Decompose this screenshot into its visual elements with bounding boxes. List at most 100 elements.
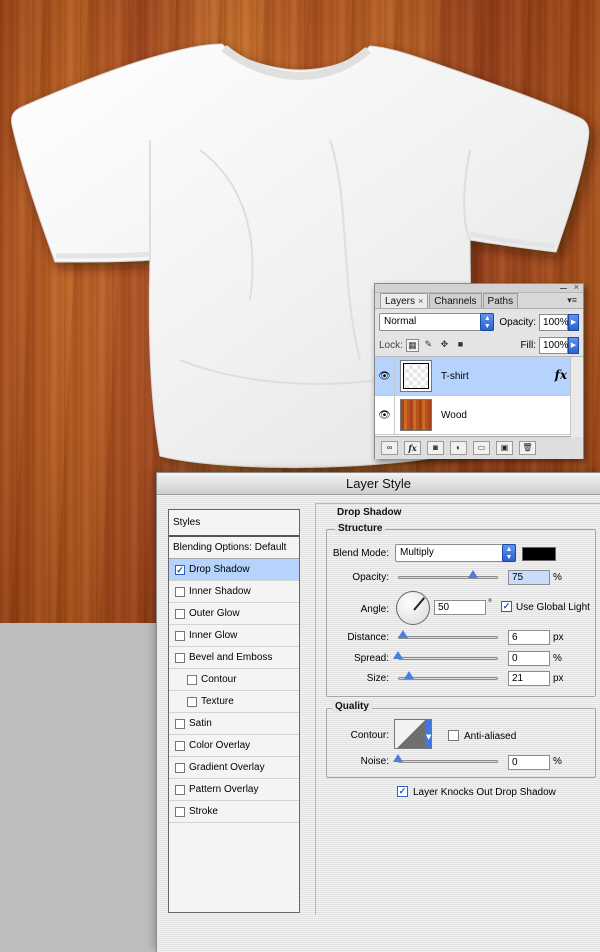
layer-row-wood[interactable]: 👁 Wood	[375, 395, 583, 435]
style-checkbox[interactable]	[175, 784, 185, 795]
use-global-light-checkbox[interactable]: ✓	[501, 601, 512, 612]
spread-slider-track[interactable]	[398, 657, 498, 660]
px-unit: px	[553, 632, 564, 643]
visibility-eye-icon[interactable]: 👁	[375, 356, 395, 396]
style-item-label: Gradient Overlay	[189, 762, 265, 773]
style-checkbox[interactable]: ✓	[175, 564, 185, 575]
opacity-slider-arrow-icon[interactable]: ▶	[568, 313, 579, 331]
layer-name: Wood	[441, 409, 467, 421]
layer-style-dialog[interactable]: Layer Style Styles Blending Options: Def…	[156, 472, 600, 952]
style-item-satin[interactable]: Satin	[169, 713, 299, 735]
knocks-out-checkbox[interactable]: ✓	[397, 786, 408, 797]
contour-picker[interactable]: ▼	[394, 719, 432, 749]
visibility-eye-icon[interactable]: 👁	[375, 395, 395, 435]
tab-layers[interactable]: Layers ×	[380, 293, 429, 308]
lock-transparency-icon[interactable]: ▦	[405, 339, 419, 352]
angle-dial[interactable]	[396, 591, 430, 625]
opacity-label: Opacity:	[499, 316, 537, 328]
style-checkbox[interactable]	[175, 652, 185, 663]
style-item-label: Inner Shadow	[189, 586, 251, 597]
folder-icon[interactable]: ▭	[473, 441, 490, 455]
layer-blend-mode-select[interactable]: Normal ▲ ▼	[379, 313, 495, 331]
layer-row-tshirt[interactable]: 👁 T-shirt fx ▼	[375, 356, 583, 396]
style-item-color-overlay[interactable]: Color Overlay	[169, 735, 299, 757]
shadow-blend-mode-select[interactable]: Multiply ▲ ▼	[395, 544, 516, 562]
adjustment-icon[interactable]: ◐	[450, 441, 467, 455]
palette-bottom-bar: ∞ fx ◙ ◐ ▭ ▣ 🗑	[375, 437, 583, 459]
lock-paint-icon[interactable]: ✎	[422, 339, 435, 352]
style-item-drop-shadow[interactable]: ✓ Drop Shadow	[169, 559, 299, 581]
noise-slider-track[interactable]	[398, 760, 498, 763]
lock-move-icon[interactable]: ✥	[438, 339, 451, 352]
tab-close-icon[interactable]: ×	[418, 296, 423, 306]
palette-tabs: Layers × Channels Paths ▾≡	[375, 293, 583, 309]
palette-titlebar[interactable]: ×	[375, 281, 583, 293]
style-item-outer-glow[interactable]: Outer Glow	[169, 603, 299, 625]
link-icon[interactable]: ∞	[381, 441, 398, 455]
size-slider-thumb[interactable]	[404, 671, 414, 679]
size-input[interactable]: 21	[508, 671, 550, 686]
layer-opacity-input[interactable]: 100%	[539, 313, 569, 331]
svg-text:▼: ▼	[426, 733, 432, 741]
layer-name: T-shirt	[441, 370, 469, 382]
style-checkbox[interactable]	[175, 630, 185, 641]
drop-shadow-panel: Drop Shadow Structure Blend Mode: Multip…	[315, 503, 600, 915]
noise-input[interactable]: 0	[508, 755, 550, 770]
mask-icon[interactable]: ◙	[427, 441, 444, 455]
style-item-contour[interactable]: Contour	[169, 669, 299, 691]
shadow-color-swatch[interactable]	[522, 547, 556, 561]
structure-title: Structure	[335, 523, 386, 534]
anti-aliased-checkbox[interactable]	[448, 730, 459, 741]
opacity-slider-track[interactable]	[398, 576, 498, 579]
lock-label: Lock:	[379, 340, 403, 351]
fill-slider-arrow-icon[interactable]: ▶	[568, 337, 579, 354]
layer-fill-input[interactable]: 100%	[539, 337, 569, 354]
blend-mode-label: Blend Mode:	[332, 548, 389, 559]
style-checkbox[interactable]	[175, 608, 185, 619]
tab-paths[interactable]: Paths	[482, 293, 519, 308]
new-layer-icon[interactable]: ▣	[496, 441, 513, 455]
angle-input[interactable]: 50	[434, 600, 486, 615]
style-item-pattern-overlay[interactable]: Pattern Overlay	[169, 779, 299, 801]
style-item-bevel-and-emboss[interactable]: Bevel and Emboss	[169, 647, 299, 669]
spread-slider-thumb[interactable]	[393, 651, 403, 659]
trash-icon[interactable]: 🗑	[519, 441, 536, 455]
style-item-label: Inner Glow	[189, 630, 238, 641]
noise-slider-thumb[interactable]	[393, 754, 403, 762]
spread-label: Spread:	[353, 653, 389, 664]
palette-menu-icon[interactable]: ▾≡	[567, 295, 577, 306]
style-item-inner-glow[interactable]: Inner Glow	[169, 625, 299, 647]
style-item-stroke[interactable]: Stroke	[169, 801, 299, 823]
fx-icon[interactable]: fx	[404, 441, 421, 455]
style-item-texture[interactable]: Texture	[169, 691, 299, 713]
styles-header[interactable]: Styles	[169, 510, 299, 537]
minimize-icon[interactable]	[560, 288, 567, 289]
angle-needle	[413, 597, 426, 611]
style-checkbox[interactable]	[187, 696, 197, 707]
close-palette-icon[interactable]: ×	[574, 281, 579, 293]
style-checkbox[interactable]	[175, 806, 185, 817]
style-item-inner-shadow[interactable]: Inner Shadow	[169, 581, 299, 603]
style-item-gradient-overlay[interactable]: Gradient Overlay	[169, 757, 299, 779]
layer-thumbnail-tshirt	[400, 360, 432, 392]
layer-effects-icon[interactable]: fx	[555, 368, 567, 382]
distance-input[interactable]: 6	[508, 630, 550, 645]
layers-palette[interactable]: × Layers × Channels Paths ▾≡ Normal ▲ ▼ Op…	[374, 281, 584, 459]
style-checkbox[interactable]	[175, 740, 185, 751]
select-arrows-icon: ▲ ▼	[502, 544, 516, 562]
style-checkbox[interactable]	[175, 586, 185, 597]
style-checkbox[interactable]	[175, 762, 185, 773]
layer-list-scrollbar[interactable]	[570, 357, 583, 437]
opacity-slider-thumb[interactable]	[468, 570, 478, 578]
lock-all-icon[interactable]: ■	[454, 339, 467, 352]
style-checkbox[interactable]	[175, 718, 185, 729]
blending-options-item[interactable]: Blending Options: Default	[169, 537, 299, 559]
distance-slider-thumb[interactable]	[398, 630, 408, 638]
dialog-title: Layer Style	[157, 473, 600, 495]
distance-slider-track[interactable]	[398, 636, 498, 639]
spread-input[interactable]: 0	[508, 651, 550, 666]
style-checkbox[interactable]	[187, 674, 197, 685]
tab-channels[interactable]: Channels	[429, 293, 482, 308]
shadow-opacity-input[interactable]: 75	[508, 570, 550, 585]
style-item-label: Contour	[201, 674, 237, 685]
